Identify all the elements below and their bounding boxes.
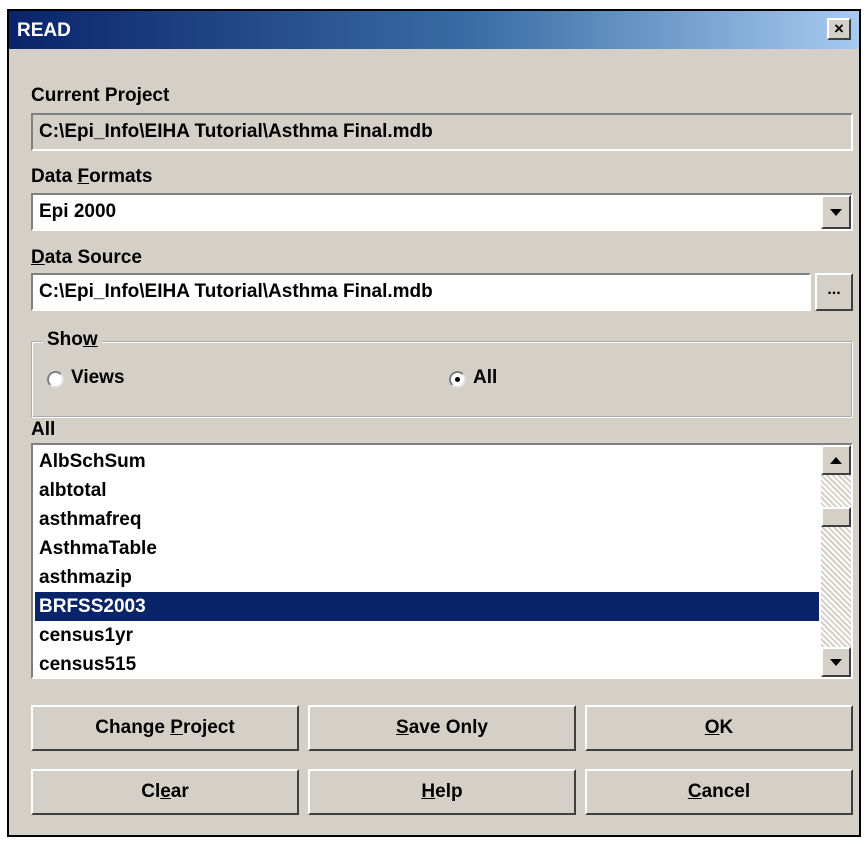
tables-listbox[interactable]: AlbSchSum albtotal asthmafreq AsthmaTabl… xyxy=(31,443,853,679)
browse-button[interactable]: ... xyxy=(815,273,853,311)
current-project-label: Current Project xyxy=(31,85,170,106)
arrow-up-icon xyxy=(830,457,842,464)
data-source-label: Data Source xyxy=(31,247,142,268)
current-project-value: C:\Epi_Info\EIHA Tutorial\Asthma Final.m… xyxy=(39,121,433,142)
views-radio[interactable] xyxy=(47,371,64,388)
help-button[interactable]: Help xyxy=(308,769,576,815)
close-button[interactable]: × xyxy=(827,18,851,40)
title-bar[interactable]: READ × xyxy=(9,11,859,49)
read-dialog: READ × Current Project C:\Epi_Info\EIHA … xyxy=(7,9,861,837)
dropdown-arrow-button[interactable] xyxy=(821,195,851,229)
radio-selected-dot xyxy=(455,377,460,382)
chevron-down-icon xyxy=(830,209,842,216)
cancel-button[interactable]: Cancel xyxy=(585,769,853,815)
list-item[interactable]: albtotal xyxy=(35,476,819,505)
list-item[interactable]: census515 xyxy=(35,650,819,677)
show-groupbox xyxy=(31,341,853,418)
scroll-up-button[interactable] xyxy=(821,445,851,475)
list-item[interactable]: census1yr xyxy=(35,621,819,650)
data-formats-dropdown[interactable]: Epi 2000 xyxy=(31,193,853,231)
clear-button[interactable]: Clear xyxy=(31,769,299,815)
vertical-scrollbar[interactable] xyxy=(821,445,851,677)
all-radio[interactable] xyxy=(449,371,466,388)
data-formats-label: Data Formats xyxy=(31,166,153,187)
all-radio-label[interactable]: All xyxy=(473,367,497,389)
list-item[interactable]: AsthmaTable xyxy=(35,534,819,563)
change-project-button[interactable]: Change Project xyxy=(31,705,299,751)
scroll-thumb[interactable] xyxy=(821,507,851,527)
window-title: READ xyxy=(17,20,71,41)
views-radio-label[interactable]: Views xyxy=(71,367,125,389)
list-item[interactable]: asthmazip xyxy=(35,563,819,592)
data-formats-selected: Epi 2000 xyxy=(39,201,117,222)
data-source-input[interactable]: C:\Epi_Info\EIHA Tutorial\Asthma Final.m… xyxy=(31,273,811,311)
list-label: All xyxy=(31,419,56,440)
list-item[interactable]: AlbSchSum xyxy=(35,447,819,476)
arrow-down-icon xyxy=(830,659,842,666)
close-icon: × xyxy=(834,19,844,38)
ellipsis-icon: ... xyxy=(827,281,841,298)
data-source-value: C:\Epi_Info\EIHA Tutorial\Asthma Final.m… xyxy=(39,281,433,302)
list-item[interactable]: asthmafreq xyxy=(35,505,819,534)
save-only-button[interactable]: Save Only xyxy=(308,705,576,751)
list-items: AlbSchSum albtotal asthmafreq AsthmaTabl… xyxy=(35,447,819,677)
current-project-field: C:\Epi_Info\EIHA Tutorial\Asthma Final.m… xyxy=(31,113,853,151)
show-group-label: Show xyxy=(43,329,102,351)
scroll-down-button[interactable] xyxy=(821,647,851,677)
ok-button[interactable]: OK xyxy=(585,705,853,751)
list-item-selected[interactable]: BRFSS2003 xyxy=(35,592,819,621)
